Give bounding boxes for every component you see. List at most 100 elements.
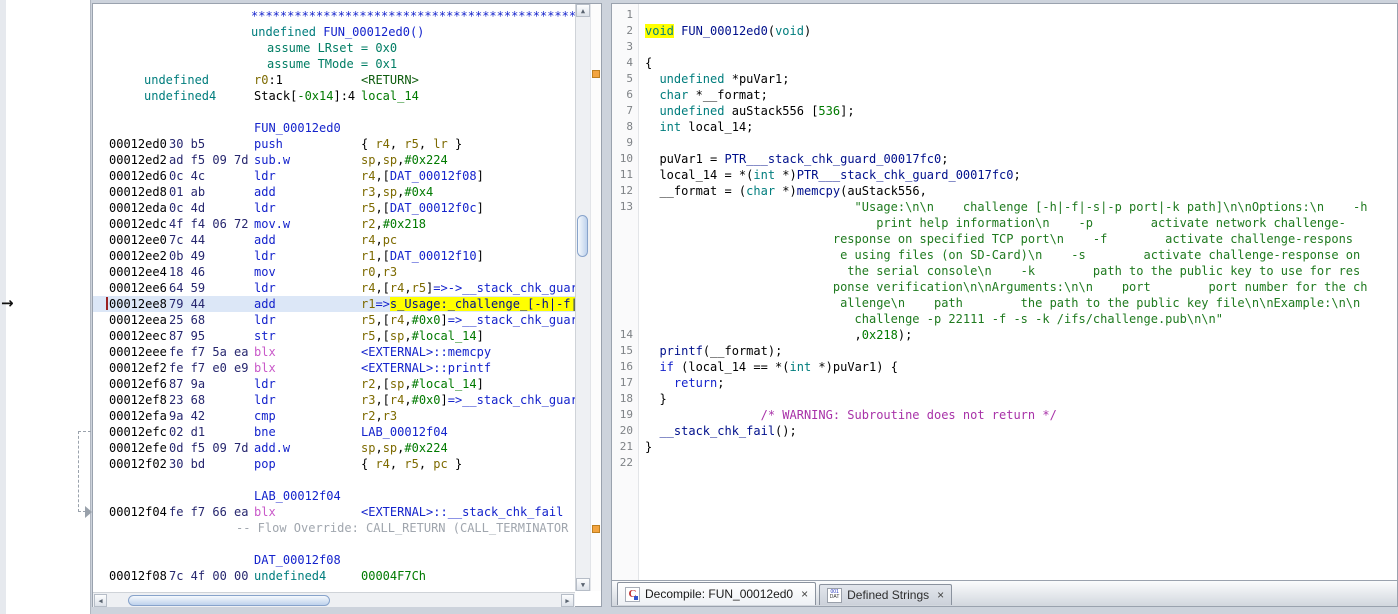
decompiler-line[interactable]: 16 if (local_14 == *(int *)puVar1) { bbox=[612, 359, 1397, 375]
listing-label-row[interactable]: LAB_00012f04 bbox=[93, 488, 575, 504]
decompiler-line[interactable]: print help information\n -p activate net… bbox=[612, 215, 1397, 231]
tab-decompile[interactable]: C Decompile: FUN_00012ed0 × bbox=[617, 582, 817, 605]
reg-token: r5 bbox=[411, 281, 427, 295]
listing-instruction-row[interactable]: 00012ed6 0c 4c ldr r4,[DAT_00012f08] bbox=[93, 168, 575, 184]
listing-comment-row[interactable]: -- Flow Override: CALL_RETURN (CALL_TERM… bbox=[93, 520, 575, 536]
listing-instruction-row[interactable]: 00012ee6 64 59 ldr r4,[r4,r5]=>->__stack_ch… bbox=[93, 280, 575, 296]
listing-instruction-row[interactable]: 00012f04 fe f7 66 ea blx <EXTERNAL>::__stac… bbox=[93, 504, 575, 520]
listing-instruction-row[interactable]: 00012ef2 fe f7 e0 e9 blx <EXTERNAL>::printf bbox=[93, 360, 575, 376]
listing-instruction-row[interactable]: 00012eea 25 68 ldr r5,[r4,#0x0]=>__stack_ch… bbox=[93, 312, 575, 328]
decompiler-line[interactable]: 18 } bbox=[612, 391, 1397, 407]
close-icon[interactable]: × bbox=[801, 587, 808, 601]
analysis-marker[interactable] bbox=[592, 70, 600, 78]
listing-instruction-row[interactable]: 00012ee4 18 46 mov r0,r3 bbox=[93, 264, 575, 280]
decompiler-line[interactable]: 6 char *__format; bbox=[612, 87, 1397, 103]
bytes-token: 87 9a bbox=[169, 377, 206, 391]
decompiler-line[interactable]: 7 undefined auStack556 [536]; bbox=[612, 103, 1397, 119]
listing-instruction-row[interactable]: 00012ee0 7c 44 add r4,pc bbox=[93, 232, 575, 248]
decompiler-line[interactable]: 12 __format = (char *)memcpy(auStack556, bbox=[612, 183, 1397, 199]
decompiler-line[interactable]: 11 local_14 = *(int *)PTR___stack_chk_gu… bbox=[612, 167, 1397, 183]
bytes-token: 0b 49 bbox=[169, 249, 206, 263]
listing-return-row[interactable]: undefined r0:1 <RETURN> bbox=[93, 72, 575, 88]
scroll-down-button[interactable]: ▼ bbox=[576, 578, 590, 591]
decompiler-line[interactable]: allenge\n path the path to the public ke… bbox=[612, 295, 1397, 311]
listing-instruction-row[interactable]: 00012efc 02 d1 bne LAB_00012f04 bbox=[93, 424, 575, 440]
listing-assume-row[interactable]: assume TMode = 0x1 bbox=[93, 56, 575, 72]
listing-instruction-row[interactable]: 00012ee2 0b 49 ldr r1,[DAT_00012f10] bbox=[93, 248, 575, 264]
listing-instruction-row[interactable]: 00012ed8 01 ab add r3,sp,#0x4 bbox=[93, 184, 575, 200]
decompiler-line[interactable]: 15 printf(__format); bbox=[612, 343, 1397, 359]
scroll-left-button[interactable]: ◀ bbox=[94, 594, 107, 607]
decompiler-line[interactable]: challenge -p 22111 -f -s -k /ifs/challen… bbox=[612, 311, 1397, 327]
line-number: 1 bbox=[626, 8, 633, 21]
addr-token: 00012ee0 bbox=[109, 233, 167, 247]
bytes-token: fe f7 e0 e9 bbox=[169, 361, 249, 375]
decompiler-line[interactable]: 3 bbox=[612, 39, 1397, 55]
addr-token: 00012ed2 bbox=[109, 153, 167, 167]
listing-instruction-row[interactable]: 00012ef8 23 68 ldr r3,[r4,#0x0]=>__stack_ch… bbox=[93, 392, 575, 408]
close-icon[interactable]: × bbox=[937, 588, 944, 602]
decompiler-line[interactable]: ponse verification\n\nArguments:\n\n por… bbox=[612, 279, 1397, 295]
analysis-marker[interactable] bbox=[592, 525, 600, 533]
p-token: , bbox=[404, 313, 412, 327]
scroll-right-button[interactable]: ▶ bbox=[561, 594, 574, 607]
listing-vertical-scrollbar[interactable]: ▲ ▼ bbox=[575, 4, 590, 591]
listing-data-row[interactable]: 00012f08 7c 4f 00 00 undefined4 00004F7Ch bbox=[93, 568, 575, 584]
lab-token: => bbox=[375, 297, 390, 311]
decompiler-line[interactable]: e using files (on SD-Card)\n -s activate… bbox=[612, 247, 1397, 263]
listing-instruction-row[interactable]: 00012ed0 30 b5 push { r4, r5, lr } bbox=[93, 136, 575, 152]
dvar-token: auStack556 bbox=[731, 104, 804, 118]
dp-token bbox=[645, 376, 674, 390]
listing-label-row[interactable]: DAT_00012f08 bbox=[93, 552, 575, 568]
horizontal-scrollbar-thumb[interactable] bbox=[128, 595, 330, 606]
listing-row[interactable] bbox=[93, 472, 575, 488]
listing-row[interactable] bbox=[93, 104, 575, 120]
listing-instruction-row[interactable]: 00012edc 4f f4 06 72 mov.w r2,#0x218 bbox=[93, 216, 575, 232]
listing-instruction-row[interactable]: 00012f02 30 bd pop { r4, r5, pc } bbox=[93, 456, 575, 472]
listing-instruction-row[interactable]: 00012efa 9a 42 cmp r2,r3 bbox=[93, 408, 575, 424]
listing-instruction-row[interactable]: 00012ee8 79 44 add r1=>s_Usage:_challenge_[… bbox=[93, 296, 575, 312]
dp-token: } bbox=[645, 440, 653, 454]
listing-horizontal-scrollbar[interactable]: ◀ ▶ bbox=[93, 592, 575, 607]
listing-function-signature[interactable]: undefined FUN_00012ed0() bbox=[93, 24, 575, 40]
decompiler-line[interactable]: 21} bbox=[612, 439, 1397, 455]
decompiler-line[interactable]: 2 void FUN_00012ed0(void) bbox=[612, 23, 1397, 39]
dp-token: * bbox=[688, 88, 703, 102]
bytes-token: 64 59 bbox=[169, 281, 206, 295]
listing-variable-row[interactable]: undefined4 Stack[-0x14]:4 local_14 bbox=[93, 88, 575, 104]
dvar-token: local_14 bbox=[688, 360, 747, 374]
decompiler-line[interactable]: 13 "Usage:\n\n challenge [-h|-f|-s|-p po… bbox=[612, 199, 1397, 215]
listing-instruction-row[interactable]: 00012eda 0c 4d ldr r5,[DAT_00012f0c] bbox=[93, 200, 575, 216]
listing-instruction-row[interactable]: 00012ed2 ad f5 09 7d sub.w sp,sp,#0x224 bbox=[93, 152, 575, 168]
listing-label-row[interactable]: FUN_00012ed0 bbox=[93, 120, 575, 136]
ext-token: <EXTERNAL>::printf bbox=[361, 361, 492, 375]
decompiler-line[interactable]: 14 ,0x218); bbox=[612, 327, 1397, 343]
decompiler-line[interactable]: 8 int local_14; bbox=[612, 119, 1397, 135]
addr-token: 00012eec bbox=[109, 329, 167, 343]
decompiler-line[interactable]: 19 /* WARNING: Subroutine does not retur… bbox=[612, 407, 1397, 423]
decompiler-line[interactable]: 17 return; bbox=[612, 375, 1397, 391]
addr-token: 00012f08 bbox=[109, 569, 167, 583]
decompiler-line[interactable]: 9 bbox=[612, 135, 1397, 151]
decompiler-line[interactable]: the serial console\n -k path to the publ… bbox=[612, 263, 1397, 279]
tab-defined-strings[interactable]: 001 DAT Defined Strings × bbox=[819, 584, 953, 605]
scroll-up-button[interactable]: ▲ bbox=[576, 4, 590, 17]
decompiler-line[interactable]: response on specified TCP port\n -f acti… bbox=[612, 231, 1397, 247]
listing-instruction-row[interactable]: 00012eee fe f7 5a ea blx <EXTERNAL>::memcpy bbox=[93, 344, 575, 360]
listing-instruction-row[interactable]: 00012ef6 87 9a ldr r2,[sp,#local_14] bbox=[93, 376, 575, 392]
vertical-scrollbar-thumb[interactable] bbox=[577, 215, 588, 257]
listing-row[interactable] bbox=[93, 536, 575, 552]
decompiler-line[interactable]: 20 __stack_chk_fail(); bbox=[612, 423, 1397, 439]
decompiler-line[interactable]: 5 undefined *puVar1; bbox=[612, 71, 1397, 87]
decompiler-line[interactable]: 10 puVar1 = PTR___stack_chk_guard_00017f… bbox=[612, 151, 1397, 167]
listing-instruction-row[interactable]: 00012eec 87 95 str r5,[sp,#local_14] bbox=[93, 328, 575, 344]
addr-token: 00012f02 bbox=[109, 457, 167, 471]
dp-token bbox=[645, 344, 659, 358]
num-token: #0x224 bbox=[404, 441, 448, 455]
decompiler-line[interactable]: 22 bbox=[612, 455, 1397, 471]
listing-plate-comment[interactable]: ****************************************… bbox=[93, 8, 575, 24]
listing-assume-row[interactable]: assume LRset = 0x0 bbox=[93, 40, 575, 56]
decompiler-line[interactable]: 1 bbox=[612, 7, 1397, 23]
listing-instruction-row[interactable]: 00012efe 0d f5 09 7d add.w sp,sp,#0x224 bbox=[93, 440, 575, 456]
decompiler-line[interactable]: 4{ bbox=[612, 55, 1397, 71]
